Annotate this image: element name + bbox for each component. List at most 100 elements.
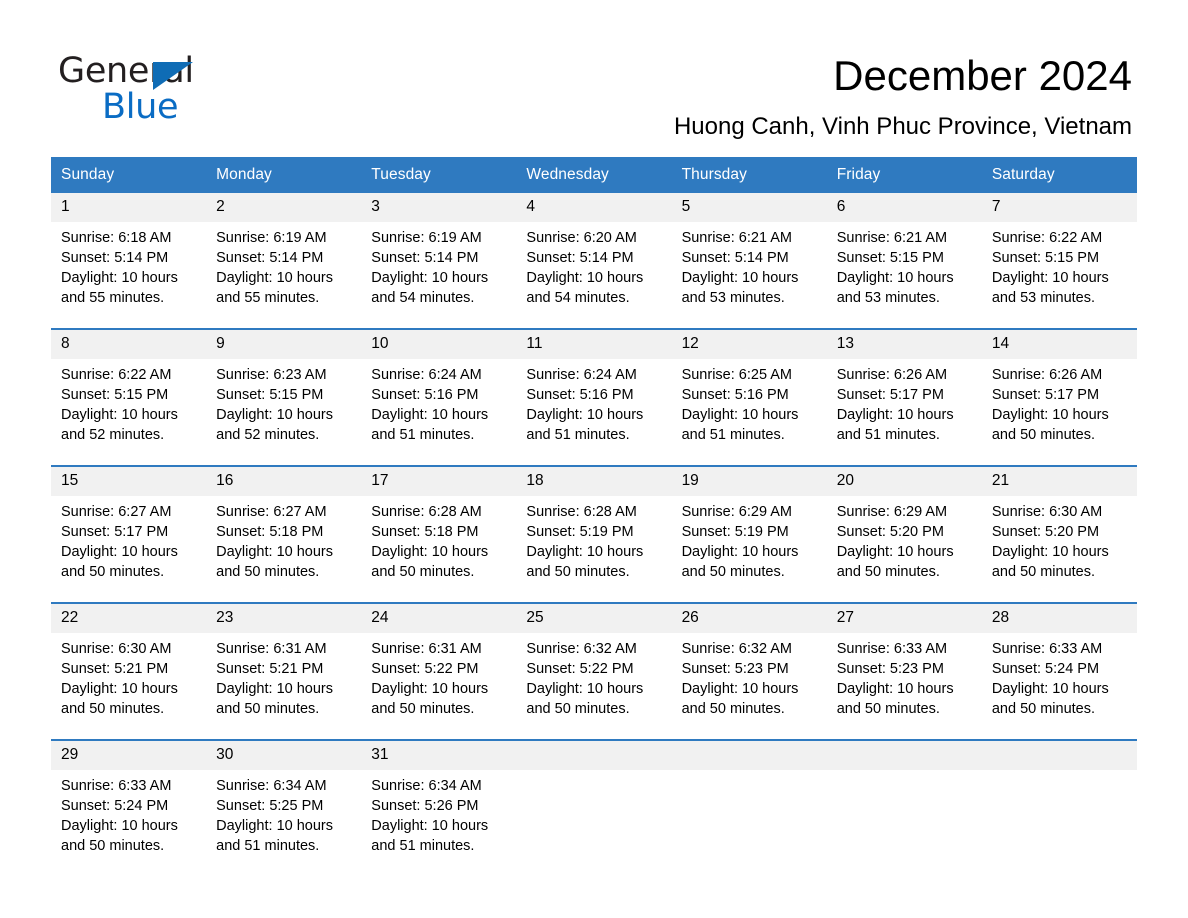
sunset-text: Sunset: 5:15 PM [61, 387, 169, 403]
day-number [981, 741, 1137, 770]
daylight-text-line1: Daylight: 10 hours [991, 407, 1109, 423]
calendar-day-cell[interactable]: 4 Sunrise: 6:20 AM Sunset: 5:14 PM Daylight… [516, 193, 672, 329]
calendar-day-cell[interactable]: 16 Sunrise: 6:27 AM Sunset: 5:18 PM Dayligh… [206, 465, 362, 603]
daylight-text-line2: and 52 minutes. [61, 427, 165, 443]
day-number: 16 [206, 467, 362, 496]
calendar-day-cell[interactable]: 26 Sunrise: 6:32 AM Sunset: 5:23 PM Dayligh… [671, 602, 827, 740]
day-number: 28 [981, 604, 1137, 633]
calendar-day-cell[interactable]: 8 Sunrise: 6:22 AM Sunset: 5:15 PM Daylight… [51, 328, 207, 466]
day-number: 11 [516, 330, 672, 359]
calendar-day-cell[interactable]: 20 Sunrise: 6:29 AM Sunset: 5:20 PM Dayligh… [826, 465, 982, 603]
daylight-text-line1: Daylight: 10 hours [61, 681, 178, 697]
calendar-day-cell[interactable]: 29 Sunrise: 6:33 AM Sunset: 5:24 PM Dayligh… [51, 739, 207, 876]
calendar-day-cell[interactable]: 28 Sunrise: 6:33 AM Sunset: 5:24 PM Dayligh… [981, 602, 1137, 740]
generalblue-logo[interactable]: General Blue [58, 52, 318, 132]
daylight-text-line2: and 53 minutes. [836, 290, 940, 306]
day-number: 22 [51, 604, 207, 633]
calendar-day-cell[interactable]: 27 Sunrise: 6:33 AM Sunset: 5:23 PM Dayligh… [826, 602, 982, 740]
sunset-text: Sunset: 5:24 PM [991, 661, 1100, 677]
calendar-day-cell[interactable]: 7 Sunrise: 6:22 AM Sunset: 5:15 PM Daylight… [981, 193, 1137, 329]
day-details: Sunrise: 6:24 AM Sunset: 5:16 PM Daylight:… [516, 359, 671, 445]
calendar-day-cell[interactable]: 9 Sunrise: 6:23 AM Sunset: 5:15 PM Daylight… [206, 328, 362, 466]
daylight-text-line1: Daylight: 10 hours [216, 270, 334, 286]
calendar-day-cell[interactable]: 2 Sunrise: 6:19 AM Sunset: 5:14 PM Daylight… [206, 193, 362, 329]
sunrise-text: Sunrise: 6:31 AM [371, 641, 482, 657]
day-number: 30 [206, 741, 362, 770]
day-details: Sunrise: 6:26 AM Sunset: 5:17 PM Daylight:… [982, 359, 1137, 445]
calendar-day-cell[interactable]: 22 Sunrise: 6:30 AM Sunset: 5:21 PM Dayligh… [51, 602, 207, 740]
day-number: 27 [826, 604, 982, 633]
calendar-day-cell[interactable]: 21 Sunrise: 6:30 AM Sunset: 5:20 PM Dayligh… [981, 465, 1137, 603]
sunset-text: Sunset: 5:14 PM [681, 250, 789, 266]
day-details: Sunrise: 6:33 AM Sunset: 5:24 PM Daylight:… [51, 770, 206, 856]
sunset-text: Sunset: 5:25 PM [216, 798, 324, 814]
daylight-text-line1: Daylight: 10 hours [371, 818, 489, 834]
calendar-day-cell[interactable]: 13 Sunrise: 6:26 AM Sunset: 5:17 PM Dayligh… [826, 328, 982, 466]
calendar-day-cell[interactable]: 12 Sunrise: 6:25 AM Sunset: 5:16 PM Dayligh… [671, 328, 827, 466]
sunrise-text: Sunrise: 6:27 AM [216, 504, 327, 520]
daylight-text-line1: Daylight: 10 hours [371, 407, 489, 423]
daylight-text-line1: Daylight: 10 hours [61, 407, 178, 423]
day-number: 26 [671, 604, 827, 633]
calendar-day-cell[interactable]: 3 Sunrise: 6:19 AM Sunset: 5:14 PM Daylight… [361, 193, 517, 329]
calendar-day-cell[interactable]: 19 Sunrise: 6:29 AM Sunset: 5:19 PM Dayligh… [671, 465, 827, 603]
sunrise-text: Sunrise: 6:30 AM [61, 641, 172, 657]
day-number: 24 [361, 604, 517, 633]
daylight-text-line1: Daylight: 10 hours [61, 270, 178, 286]
daylight-text-line1: Daylight: 10 hours [681, 544, 799, 560]
weekday-header-tuesday: Tuesday [361, 157, 517, 193]
daylight-text-line1: Daylight: 10 hours [991, 544, 1109, 560]
sunrise-text: Sunrise: 6:19 AM [216, 230, 327, 246]
daylight-text-line1: Daylight: 10 hours [991, 270, 1109, 286]
calendar-day-cell[interactable]: 1 Sunrise: 6:18 AM Sunset: 5:14 PM Daylight… [51, 193, 207, 329]
title-block: December 2024 Huong Canh, Vinh Phuc Prov… [372, 50, 1132, 142]
day-number [516, 741, 672, 770]
daylight-text-line2: and 50 minutes. [371, 701, 475, 717]
calendar-day-cell[interactable]: 14 Sunrise: 6:26 AM Sunset: 5:17 PM Dayligh… [981, 328, 1137, 466]
sunrise-text: Sunrise: 6:18 AM [61, 230, 172, 246]
day-number: 7 [981, 193, 1137, 222]
day-number: 21 [981, 467, 1137, 496]
daylight-text-line1: Daylight: 10 hours [61, 818, 178, 834]
calendar-day-cell[interactable]: 11 Sunrise: 6:24 AM Sunset: 5:16 PM Dayligh… [516, 328, 672, 466]
day-number: 23 [206, 604, 362, 633]
calendar-day-cell[interactable]: 17 Sunrise: 6:28 AM Sunset: 5:18 PM Dayligh… [361, 465, 517, 603]
day-number: 13 [826, 330, 982, 359]
calendar-day-cell[interactable]: 25 Sunrise: 6:32 AM Sunset: 5:22 PM Dayligh… [516, 602, 672, 740]
daylight-text-line1: Daylight: 10 hours [526, 681, 644, 697]
calendar-day-cell[interactable]: 5 Sunrise: 6:21 AM Sunset: 5:14 PM Daylight… [671, 193, 827, 329]
sunset-text: Sunset: 5:21 PM [61, 661, 169, 677]
calendar-day-cell[interactable]: 6 Sunrise: 6:21 AM Sunset: 5:15 PM Daylight… [826, 193, 982, 329]
calendar-day-cell[interactable]: 15 Sunrise: 6:27 AM Sunset: 5:17 PM Dayligh… [51, 465, 207, 603]
calendar-day-cell[interactable]: 23 Sunrise: 6:31 AM Sunset: 5:21 PM Dayligh… [206, 602, 362, 740]
day-details: Sunrise: 6:31 AM Sunset: 5:22 PM Daylight:… [361, 633, 516, 719]
page-subtitle: Huong Canh, Vinh Phuc Province, Vietnam [673, 113, 1132, 140]
calendar-day-cell[interactable]: 30 Sunrise: 6:34 AM Sunset: 5:25 PM Dayligh… [206, 739, 362, 876]
daylight-text-line2: and 50 minutes. [681, 701, 785, 717]
daylight-text-line1: Daylight: 10 hours [836, 544, 954, 560]
calendar-day-cell[interactable]: 31 Sunrise: 6:34 AM Sunset: 5:26 PM Dayligh… [361, 739, 517, 876]
day-number: 5 [671, 193, 827, 222]
day-details: Sunrise: 6:29 AM Sunset: 5:20 PM Daylight:… [827, 496, 982, 582]
sunset-text: Sunset: 5:14 PM [216, 250, 324, 266]
calendar-day-cell[interactable]: 18 Sunrise: 6:28 AM Sunset: 5:19 PM Dayligh… [516, 465, 672, 603]
calendar-page: General Blue December 2024 Huong Canh, V… [0, 0, 1188, 918]
daylight-text-line2: and 50 minutes. [991, 564, 1096, 580]
calendar-week-row: 22 Sunrise: 6:30 AM Sunset: 5:21 PM Dayligh… [51, 602, 1137, 740]
calendar-grid: Sunday Monday Tuesday Wednesday Thursday… [51, 157, 1137, 876]
daylight-text-line2: and 50 minutes. [526, 701, 630, 717]
calendar-header-row: Sunday Monday Tuesday Wednesday Thursday… [51, 157, 1137, 193]
calendar-day-cell[interactable]: 24 Sunrise: 6:31 AM Sunset: 5:22 PM Dayligh… [361, 602, 517, 740]
sunset-text: Sunset: 5:21 PM [216, 661, 324, 677]
day-details: Sunrise: 6:33 AM Sunset: 5:24 PM Daylight:… [982, 633, 1137, 719]
sunrise-text: Sunrise: 6:28 AM [526, 504, 637, 520]
calendar-body: 1 Sunrise: 6:18 AM Sunset: 5:14 PM Daylight… [51, 193, 1137, 876]
daylight-text-line1: Daylight: 10 hours [681, 407, 799, 423]
calendar-day-cell[interactable]: 10 Sunrise: 6:24 AM Sunset: 5:16 PM Dayligh… [361, 328, 517, 466]
day-number [671, 741, 827, 770]
sunrise-text: Sunrise: 6:26 AM [991, 367, 1103, 383]
day-details: Sunrise: 6:19 AM Sunset: 5:14 PM Daylight:… [361, 222, 516, 308]
calendar-empty-cell [826, 739, 982, 876]
day-details: Sunrise: 6:21 AM Sunset: 5:15 PM Daylight:… [827, 222, 982, 308]
day-details: Sunrise: 6:20 AM Sunset: 5:14 PM Daylight:… [516, 222, 671, 308]
